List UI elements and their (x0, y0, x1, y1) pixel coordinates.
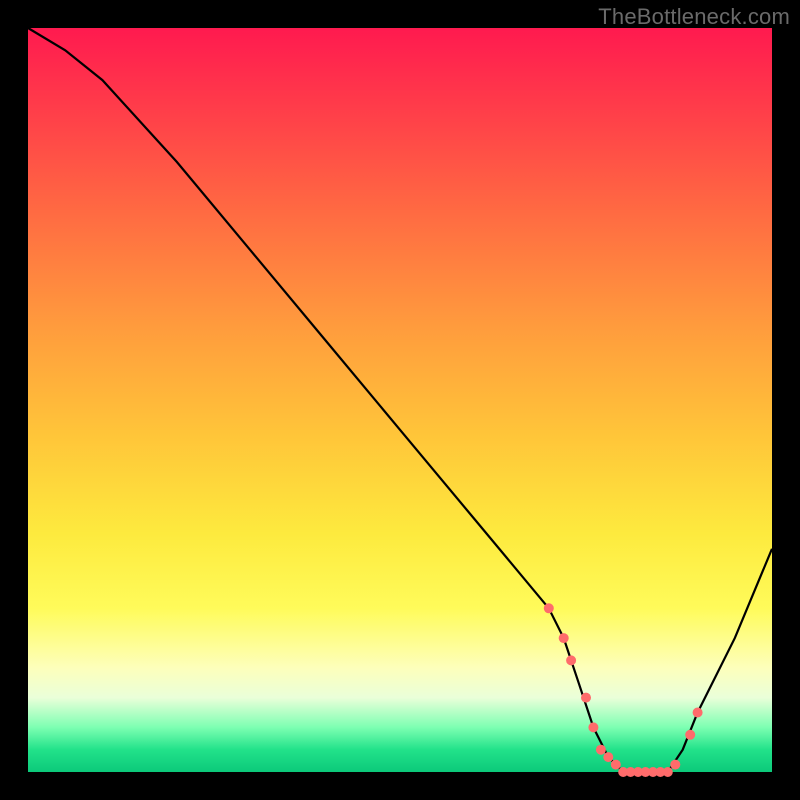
marker-point (663, 767, 673, 777)
marker-point (603, 752, 613, 762)
marker-point (559, 633, 569, 643)
marker-point (670, 760, 680, 770)
marker-point (596, 745, 606, 755)
marker-point (588, 722, 598, 732)
chart-frame: TheBottleneck.com (0, 0, 800, 800)
marker-point (611, 760, 621, 770)
marker-point (544, 603, 554, 613)
curve-svg (28, 28, 772, 772)
marker-point (685, 730, 695, 740)
highlighted-points (544, 603, 703, 777)
watermark-text: TheBottleneck.com (598, 4, 790, 30)
marker-point (566, 655, 576, 665)
bottleneck-curve (28, 28, 772, 772)
plot-area (28, 28, 772, 772)
marker-point (693, 708, 703, 718)
marker-point (581, 693, 591, 703)
